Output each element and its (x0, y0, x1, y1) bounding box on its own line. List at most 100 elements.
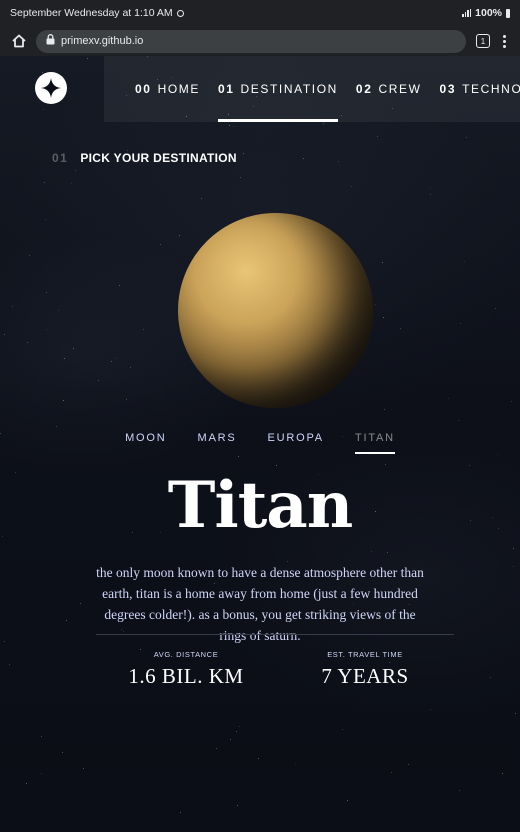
star-dot (82, 768, 84, 770)
star-dot (238, 455, 240, 457)
star-dot (26, 341, 28, 343)
destination-name: Titan (167, 468, 354, 543)
home-icon[interactable] (8, 30, 30, 52)
battery-percent: 100% (475, 7, 502, 19)
site-header: 00 HOME 01 DESTINATION 02 CREW 03 TECHNO… (0, 56, 520, 122)
star-dot (65, 619, 67, 621)
star-dot (295, 763, 297, 765)
star-dot (377, 135, 379, 137)
nav-item-label: DESTINATION (240, 82, 338, 96)
tab-europa[interactable]: EUROPA (267, 432, 323, 454)
star-dot (70, 183, 72, 185)
star-dot (469, 464, 471, 466)
status-left: September Wednesday at 1:10 AM (10, 7, 184, 19)
star-dot (494, 307, 496, 309)
star-dot (338, 161, 340, 163)
avg-distance-value: 1.6 BIL. KM (128, 664, 244, 688)
travel-time-stat: EST. TRAVEL TIME 7 YEARS (275, 650, 455, 689)
star-dot (129, 367, 131, 369)
star-dot (384, 409, 386, 411)
star-dot (239, 177, 241, 179)
status-time-text: September Wednesday at 1:10 AM (10, 7, 173, 19)
planet-image (178, 213, 373, 408)
star-dot (119, 285, 121, 287)
page-heading-number: 01 (52, 151, 69, 165)
star-dot (430, 194, 432, 196)
status-right: 100% (462, 7, 510, 19)
star-dot (4, 641, 6, 643)
tab-moon[interactable]: MOON (125, 432, 166, 454)
star-dot (97, 380, 99, 382)
star-dot (512, 547, 514, 549)
avg-distance-label: AVG. DISTANCE (153, 650, 219, 659)
nav-item-number: 02 (355, 82, 373, 96)
star-dot (201, 198, 203, 200)
star-dot (513, 565, 515, 567)
star-dot (384, 464, 386, 466)
star-dot (457, 420, 459, 422)
star-dot (407, 764, 409, 766)
star-dot (460, 322, 462, 324)
nav-item-label: CREW (378, 82, 422, 96)
star-dot (501, 773, 503, 775)
star-dot (73, 348, 75, 350)
nav-item-technology[interactable]: 03 TECHNOLOGY (440, 56, 520, 122)
star-dot (3, 334, 5, 336)
avg-distance-stat: AVG. DISTANCE 1.6 BIL. KM (96, 650, 276, 689)
notification-icon (176, 9, 184, 17)
star-dot (111, 360, 113, 362)
star-dot (430, 186, 432, 188)
nav-item-number: 01 (217, 82, 235, 96)
star-dot (464, 260, 466, 262)
star-dot (275, 464, 277, 466)
star-dot (497, 454, 499, 456)
star-dot (25, 782, 27, 784)
destination-tabs: MOON MARS EUROPA TITAN (0, 432, 520, 454)
star-dot (216, 748, 218, 750)
nav-item-crew[interactable]: 02 CREW (356, 56, 422, 122)
tab-mars[interactable]: MARS (198, 432, 237, 454)
star-dot (342, 729, 344, 731)
star-dot (178, 235, 180, 237)
star-dot (12, 306, 14, 308)
nav-item-home[interactable]: 00 HOME (135, 56, 200, 122)
star-dot (447, 397, 449, 399)
star-dot (459, 789, 461, 791)
star-dot (237, 804, 239, 806)
star-dot (179, 812, 181, 814)
nav-item-number: 03 (439, 82, 457, 96)
star-dot (242, 152, 244, 154)
star-dot (228, 125, 230, 127)
star-dot (160, 243, 161, 245)
status-bar: September Wednesday at 1:10 AM 100% (0, 0, 520, 26)
travel-time-value: 7 YEARS (321, 664, 409, 688)
nav-item-label: TECHNOLOGY (462, 82, 520, 96)
star-dot (143, 328, 145, 330)
star-dot (390, 771, 392, 773)
star-dot (229, 739, 231, 740)
main-nav: 00 HOME 01 DESTINATION 02 CREW 03 TECHNO… (104, 56, 520, 122)
star-dot (400, 328, 402, 330)
signal-icon (462, 9, 472, 17)
star-dot (382, 317, 384, 319)
star-logo-icon[interactable] (35, 72, 67, 104)
browser-toolbar: primexv.github.io 1 (0, 26, 520, 56)
address-bar[interactable]: primexv.github.io (36, 29, 466, 53)
star-dot (466, 137, 468, 139)
star-dot (40, 736, 42, 738)
star-dot (233, 125, 235, 127)
travel-time-label: EST. TRAVEL TIME (327, 650, 403, 659)
star-dot (430, 708, 432, 710)
tab-titan[interactable]: TITAN (354, 432, 395, 454)
page-heading-text: PICK YOUR DESTINATION (80, 151, 237, 165)
url-text: primexv.github.io (61, 35, 144, 47)
nav-item-destination[interactable]: 01 DESTINATION (217, 56, 338, 122)
more-vert-icon[interactable] (500, 34, 508, 48)
star-dot (375, 303, 377, 305)
star-dot (62, 399, 64, 401)
star-dot (44, 218, 46, 220)
tab-switcher-icon[interactable]: 1 (476, 34, 490, 48)
star-dot (347, 799, 349, 801)
page-heading: 01 PICK YOUR DESTINATION (52, 151, 237, 165)
star-dot (46, 328, 48, 330)
